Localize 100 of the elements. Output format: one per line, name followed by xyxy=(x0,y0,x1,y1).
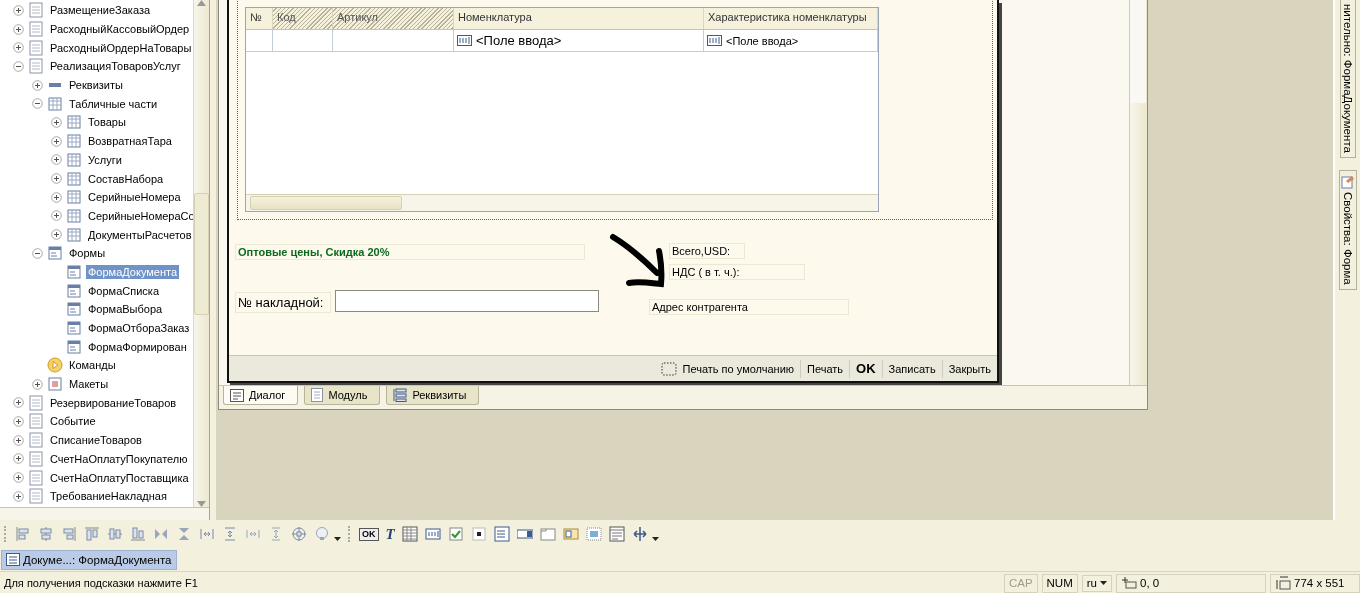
tree-item[interactable]: ФормаСписка xyxy=(86,283,161,298)
center-in-form-icon[interactable] xyxy=(291,526,307,542)
document-icon xyxy=(28,432,43,449)
play-icon xyxy=(46,357,63,374)
radio-button-icon[interactable] xyxy=(470,526,487,542)
tree-item[interactable]: РасходныйКассовыйОрдер xyxy=(48,22,192,37)
tree-item[interactable]: Реквизиты xyxy=(67,78,125,93)
command-button[interactable]: Закрыть xyxy=(941,359,997,378)
tree-item[interactable]: СчетНаОплатуПокупателю xyxy=(48,451,190,466)
expand-icon[interactable] xyxy=(32,79,43,91)
button-control-icon[interactable]: OK xyxy=(359,527,379,541)
tree-item[interactable]: РезервированиеТоваров xyxy=(48,395,179,410)
window-tab[interactable]: Докуме...: ФормаДокумента xyxy=(1,549,177,570)
expand-icon[interactable] xyxy=(51,135,62,147)
collapse-icon[interactable] xyxy=(13,60,24,72)
vertical-scrollbar[interactable] xyxy=(1129,0,1147,385)
language-selector[interactable]: ru xyxy=(1081,574,1112,592)
expand-icon[interactable] xyxy=(13,4,24,16)
input-field-icon xyxy=(457,35,472,46)
checkbox-icon[interactable] xyxy=(447,526,464,542)
tree-item[interactable]: Макеты xyxy=(67,377,111,392)
tree-item[interactable]: СписаниеТоваров xyxy=(48,433,144,448)
panel-icon[interactable] xyxy=(539,526,556,542)
tree-item[interactable]: ФормаФормирован xyxy=(86,339,189,354)
command-button[interactable]: OK xyxy=(849,359,882,378)
horizontal-scrollbar[interactable] xyxy=(246,194,878,211)
expand-icon[interactable] xyxy=(51,116,62,128)
center-horizontal-icon[interactable] xyxy=(153,526,169,542)
expand-icon[interactable] xyxy=(13,42,24,54)
editor-tab[interactable]: Диалог xyxy=(223,386,299,405)
image-icon[interactable] xyxy=(585,526,602,542)
table-icon[interactable] xyxy=(401,526,418,542)
tree-item[interactable]: ВозвратнаяТара xyxy=(86,134,174,149)
scroll-up-icon[interactable] xyxy=(197,0,206,6)
align-center-icon[interactable] xyxy=(38,526,54,542)
command-button[interactable]: Печать xyxy=(800,359,850,378)
tree-item[interactable]: ФормаОтбораЗаказ xyxy=(86,321,192,336)
tree-item[interactable]: ДокументыРасчетов xyxy=(86,227,193,242)
side-panel-tab[interactable]: нительно: ФормаДокумента xyxy=(1339,0,1356,158)
scroll-thumb[interactable] xyxy=(194,192,209,315)
picture-icon[interactable] xyxy=(562,526,579,542)
command-button[interactable]: Печать по умолчанию xyxy=(654,359,801,378)
tree-item[interactable]: СерийныеНомера xyxy=(86,190,183,205)
key-indicator: NUM xyxy=(1041,573,1078,593)
spacing-vertical-icon[interactable] xyxy=(222,526,238,542)
tree-item[interactable]: РасходныйОрдерНаТовары xyxy=(48,40,193,55)
expand-icon[interactable] xyxy=(13,397,24,409)
expand-icon[interactable] xyxy=(51,173,62,185)
expand-icon[interactable] xyxy=(13,23,24,35)
spacing-horizontal-icon[interactable] xyxy=(199,526,215,542)
expand-icon[interactable] xyxy=(13,490,24,502)
collapse-icon[interactable] xyxy=(32,247,43,259)
tree-item[interactable]: Услуги xyxy=(86,152,124,167)
tree-item[interactable]: ФормаВыбора xyxy=(86,302,165,317)
list-icon[interactable] xyxy=(493,526,510,542)
form-icon[interactable] xyxy=(608,526,625,542)
tree-item[interactable]: Табличные части xyxy=(67,96,160,111)
tree-item[interactable]: Товары xyxy=(86,115,128,130)
caret-icon[interactable] xyxy=(651,537,659,541)
tree-item[interactable]: СчетНаОплатуПоставщика xyxy=(48,470,191,485)
expand-icon[interactable] xyxy=(32,378,43,390)
collapse-icon[interactable] xyxy=(32,98,43,110)
tree-item[interactable]: Команды xyxy=(67,358,118,373)
tree-item[interactable]: РеализацияТоваровУслуг xyxy=(48,59,183,74)
editor-tab[interactable]: Реквизиты xyxy=(386,386,480,405)
align-top-icon[interactable] xyxy=(84,526,100,542)
vat-label: НДС ( в т. ч.): xyxy=(669,264,805,280)
splitter-icon[interactable] xyxy=(631,526,648,542)
align-middle-icon[interactable] xyxy=(107,526,123,542)
column-header[interactable]: Характеристика номенклатуры xyxy=(704,8,878,29)
dropdown-field-icon[interactable] xyxy=(516,526,533,542)
tree-item[interactable]: СоставНабора xyxy=(86,171,166,186)
align-bottom-icon[interactable] xyxy=(130,526,146,542)
label-control-icon[interactable]: T xyxy=(385,526,395,542)
caret-icon[interactable] xyxy=(334,537,341,541)
tree-item[interactable]: Формы xyxy=(67,246,108,261)
tree-item[interactable]: РазмещениеЗаказа xyxy=(48,3,153,18)
align-left-icon[interactable] xyxy=(15,526,31,542)
align-right-icon[interactable] xyxy=(61,526,77,542)
form-icon xyxy=(47,246,62,261)
editor-tab[interactable]: Модуль xyxy=(304,386,381,405)
expand-icon[interactable] xyxy=(13,434,24,446)
side-panel-tab[interactable]: Свойства: Форма xyxy=(1338,169,1357,290)
vertical-scrollbar[interactable] xyxy=(193,0,209,507)
document-icon xyxy=(311,388,324,402)
expand-icon[interactable] xyxy=(13,453,24,465)
horizontal-scrollbar[interactable] xyxy=(0,507,209,520)
tree-item[interactable]: ТребованиеНакладная xyxy=(48,489,169,504)
command-button[interactable]: Записать xyxy=(881,359,942,378)
expand-icon[interactable] xyxy=(51,210,62,222)
expand-icon[interactable] xyxy=(51,229,62,241)
expand-icon[interactable] xyxy=(51,154,62,166)
expand-icon[interactable] xyxy=(13,472,24,484)
input-field-icon[interactable] xyxy=(424,526,441,542)
document-icon xyxy=(28,21,43,38)
invoice-input-field[interactable] xyxy=(335,290,599,312)
tree-item[interactable]: Событие xyxy=(48,414,98,429)
expand-icon[interactable] xyxy=(13,415,24,427)
expand-icon[interactable] xyxy=(51,191,62,203)
column-header[interactable]: Номенклатура xyxy=(454,8,704,29)
